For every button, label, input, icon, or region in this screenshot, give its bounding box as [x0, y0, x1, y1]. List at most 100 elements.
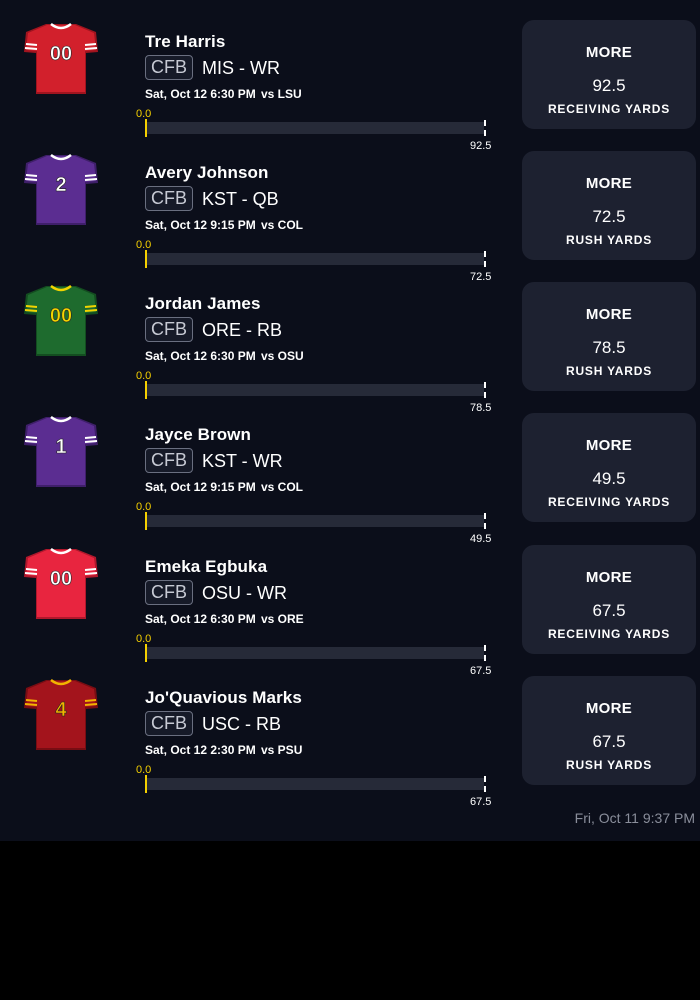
progress-target-value: 49.5 [470, 533, 492, 545]
progress-bar [146, 778, 484, 790]
progress-start-value: 0.0 [136, 764, 152, 776]
jersey-icon: 4 [22, 676, 100, 752]
pick-row: 00 Jordan James CFB ORE - RB Sat, Oct 12… [0, 282, 700, 414]
progress-bar [146, 515, 484, 527]
team-position: MIS - WR [202, 58, 280, 78]
pick-row: 4 Jo'Quavious Marks CFB USC - RB Sat, Oc… [0, 676, 700, 808]
prop-direction: MORE [585, 306, 633, 323]
game-opponent: vs ORE [261, 612, 304, 626]
league-badge: CFB [145, 186, 193, 211]
progress-start-value: 0.0 [136, 239, 152, 251]
team-position: ORE - RB [202, 320, 283, 340]
jersey-icon: 2 [22, 151, 100, 227]
player-name: Jayce Brown [145, 425, 251, 444]
progress-current-marker [145, 250, 147, 268]
prop-direction: MORE [585, 569, 633, 586]
prop-card[interactable]: MORE 78.5 RUSH YARDS [522, 282, 696, 391]
progress-bar [146, 647, 484, 659]
player-name: Tre Harris [145, 32, 226, 51]
progress-start-value: 0.0 [136, 501, 152, 513]
game-opponent: vs COL [261, 480, 304, 494]
league-badge: CFB [145, 317, 193, 342]
team-position: KST - QB [202, 189, 279, 209]
progress-current-marker [145, 381, 147, 399]
progress-target-marker [484, 251, 486, 267]
jersey-icon: 00 [22, 20, 100, 96]
league-badge: CFB [145, 711, 193, 736]
svg-text:00: 00 [50, 568, 72, 590]
progress-current-marker [145, 119, 147, 137]
player-name: Jordan James [145, 294, 261, 313]
prop-card[interactable]: MORE 92.5 RECEIVING YARDS [522, 20, 696, 129]
game-time: Sat, Oct 12 9:15 PM [145, 218, 256, 232]
progress-bar [146, 253, 484, 265]
game-opponent: vs COL [261, 218, 304, 232]
prop-stat: RUSH YARDS [565, 233, 653, 247]
prop-line: 72.5 [592, 207, 626, 226]
progress-target-marker [484, 776, 486, 792]
prop-line: 78.5 [592, 338, 626, 357]
prop-card[interactable]: MORE 67.5 RUSH YARDS [522, 676, 696, 785]
svg-text:4: 4 [55, 699, 67, 721]
game-time: Sat, Oct 12 6:30 PM [145, 87, 256, 101]
svg-text:00: 00 [50, 43, 72, 65]
prop-line: 49.5 [592, 469, 626, 488]
snapshot-timestamp: Fri, Oct 11 9:37 PM [574, 810, 695, 826]
progress-start-value: 0.0 [136, 370, 152, 382]
pick-list: 00 Tre Harris CFB MIS - WR Sat, Oct 12 6… [0, 0, 700, 841]
game-opponent: vs OSU [261, 349, 304, 363]
jersey-icon: 00 [22, 545, 100, 621]
player-name: Emeka Egbuka [145, 557, 268, 576]
prop-card[interactable]: MORE 72.5 RUSH YARDS [522, 151, 696, 260]
progress-current-marker [145, 644, 147, 662]
progress-bar [146, 122, 484, 134]
progress-start-value: 0.0 [136, 633, 152, 645]
progress-target-value: 67.5 [470, 796, 492, 808]
prop-stat: RECEIVING YARDS [547, 102, 671, 116]
pick-row: 00 Tre Harris CFB MIS - WR Sat, Oct 12 6… [0, 20, 700, 152]
progress-start-value: 0.0 [136, 108, 152, 120]
prop-direction: MORE [585, 700, 633, 717]
prop-card[interactable]: MORE 67.5 RECEIVING YARDS [522, 545, 696, 654]
game-time: Sat, Oct 12 6:30 PM [145, 612, 256, 626]
pick-row: 00 Emeka Egbuka CFB OSU - WR Sat, Oct 12… [0, 545, 700, 677]
prop-line: 67.5 [592, 732, 626, 751]
prop-direction: MORE [585, 44, 633, 61]
prop-stat: RUSH YARDS [565, 364, 653, 378]
progress-target-marker [484, 513, 486, 529]
progress-current-marker [145, 512, 147, 530]
game-time: Sat, Oct 12 6:30 PM [145, 349, 256, 363]
league-badge: CFB [145, 580, 193, 605]
progress-target-marker [484, 382, 486, 398]
prop-stat: RECEIVING YARDS [547, 495, 671, 509]
game-opponent: vs LSU [261, 87, 302, 101]
player-name: Avery Johnson [145, 163, 269, 182]
svg-text:00: 00 [50, 305, 72, 327]
game-time: Sat, Oct 12 2:30 PM [145, 743, 256, 757]
prop-stat: RUSH YARDS [565, 758, 653, 772]
jersey-icon: 00 [22, 282, 100, 358]
progress-bar [146, 384, 484, 396]
game-opponent: vs PSU [261, 743, 303, 757]
prop-line: 67.5 [592, 601, 626, 620]
progress-target-marker [484, 120, 486, 136]
team-position: KST - WR [202, 451, 283, 471]
player-name: Jo'Quavious Marks [145, 688, 302, 707]
league-badge: CFB [145, 448, 193, 473]
league-badge: CFB [145, 55, 193, 80]
prop-card[interactable]: MORE 49.5 RECEIVING YARDS [522, 413, 696, 522]
prop-direction: MORE [585, 175, 633, 192]
progress-current-marker [145, 775, 147, 793]
prop-line: 92.5 [592, 76, 626, 95]
svg-text:1: 1 [55, 436, 66, 458]
prop-direction: MORE [585, 437, 633, 454]
prop-stat: RECEIVING YARDS [547, 627, 671, 641]
pick-row: 1 Jayce Brown CFB KST - WR Sat, Oct 12 9… [0, 413, 700, 545]
progress-target-marker [484, 645, 486, 661]
game-time: Sat, Oct 12 9:15 PM [145, 480, 256, 494]
jersey-icon: 1 [22, 413, 100, 489]
team-position: USC - RB [202, 714, 282, 734]
pick-row: 2 Avery Johnson CFB KST - QB Sat, Oct 12… [0, 151, 700, 283]
team-position: OSU - WR [202, 583, 287, 603]
svg-text:2: 2 [55, 174, 66, 196]
